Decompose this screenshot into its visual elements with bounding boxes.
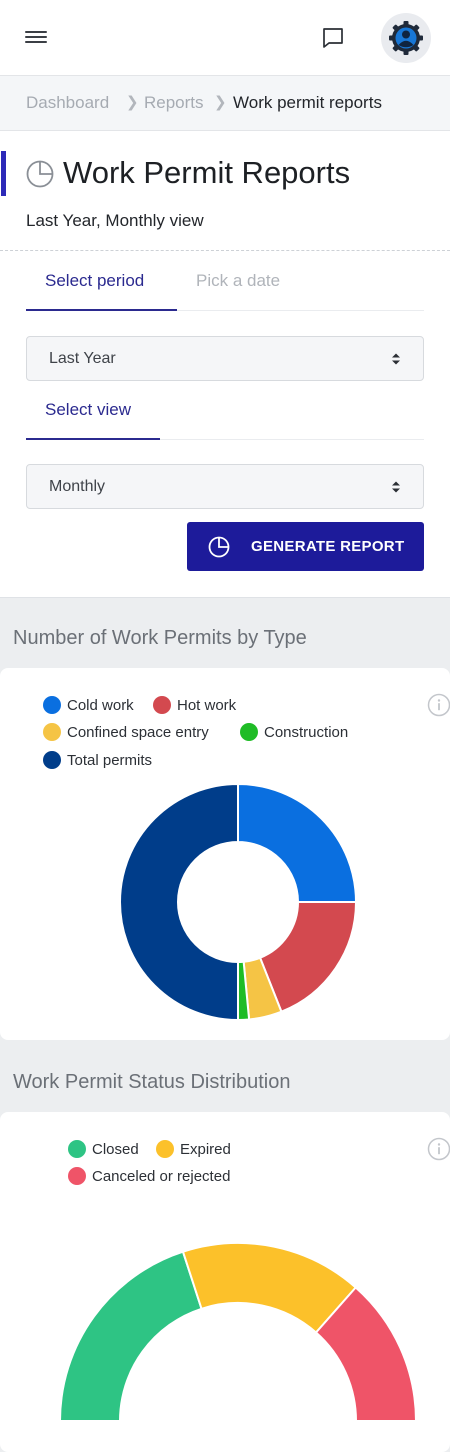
breadcrumb-current: Work permit reports bbox=[233, 93, 382, 112]
slice-closed[interactable] bbox=[58, 1250, 203, 1422]
generate-report-label: GENERATE REPORT bbox=[251, 538, 405, 555]
tab-rule bbox=[160, 439, 424, 440]
select-arrows-icon bbox=[392, 481, 400, 493]
select-arrows-icon bbox=[392, 353, 400, 365]
active-tab-indicator bbox=[26, 438, 160, 440]
user-gear-avatar-icon[interactable] bbox=[381, 13, 431, 63]
pie-chart-icon bbox=[26, 160, 54, 188]
divider bbox=[0, 250, 450, 251]
chat-bubble-icon[interactable] bbox=[321, 26, 345, 50]
slice-total-permits[interactable] bbox=[119, 782, 239, 1022]
work-permit-status-half-donut bbox=[58, 1242, 418, 1422]
chart-status-title: Work Permit Status Distribution bbox=[13, 1071, 291, 1093]
pie-chart-icon bbox=[208, 536, 230, 558]
chart-by-type-title: Number of Work Permits by Type bbox=[13, 627, 307, 649]
period-select-value: Last Year bbox=[49, 350, 116, 367]
tab-rule bbox=[177, 310, 424, 311]
view-select[interactable]: Monthly bbox=[26, 464, 424, 509]
breadcrumb-reports[interactable]: Reports bbox=[144, 76, 204, 130]
top-bar bbox=[0, 0, 450, 76]
breadcrumb-separator-icon: ❯ bbox=[214, 94, 227, 111]
period-select[interactable]: Last Year bbox=[26, 336, 424, 381]
tab-select-view[interactable]: Select view bbox=[45, 398, 131, 422]
slice-cold-work[interactable] bbox=[237, 782, 358, 903]
title-accent-bar bbox=[1, 151, 6, 196]
breadcrumb-dashboard[interactable]: Dashboard bbox=[26, 76, 109, 130]
report-config-panel: Work Permit Reports Last Year, Monthly v… bbox=[0, 131, 450, 598]
breadcrumb: Dashboard ❯ Reports ❯ Work permit report… bbox=[0, 76, 450, 131]
tab-pick-date[interactable]: Pick a date bbox=[196, 269, 280, 293]
breadcrumb-separator-icon: ❯ bbox=[126, 94, 139, 111]
chart-status-card: Closed Expired Canceled or rejected bbox=[0, 1112, 450, 1452]
view-select-value: Monthly bbox=[49, 478, 106, 495]
hamburger-menu-icon[interactable] bbox=[25, 31, 47, 45]
tab-select-period[interactable]: Select period bbox=[45, 269, 144, 293]
work-permits-by-type-donut bbox=[119, 782, 358, 1022]
report-subtitle: Last Year, Monthly view bbox=[26, 211, 204, 230]
page-title: Work Permit Reports bbox=[63, 155, 351, 190]
generate-report-button[interactable]: GENERATE REPORT bbox=[187, 522, 424, 571]
chart-by-type-card: Cold work Hot work Confined space entry … bbox=[0, 668, 450, 1040]
active-tab-indicator bbox=[26, 309, 177, 311]
